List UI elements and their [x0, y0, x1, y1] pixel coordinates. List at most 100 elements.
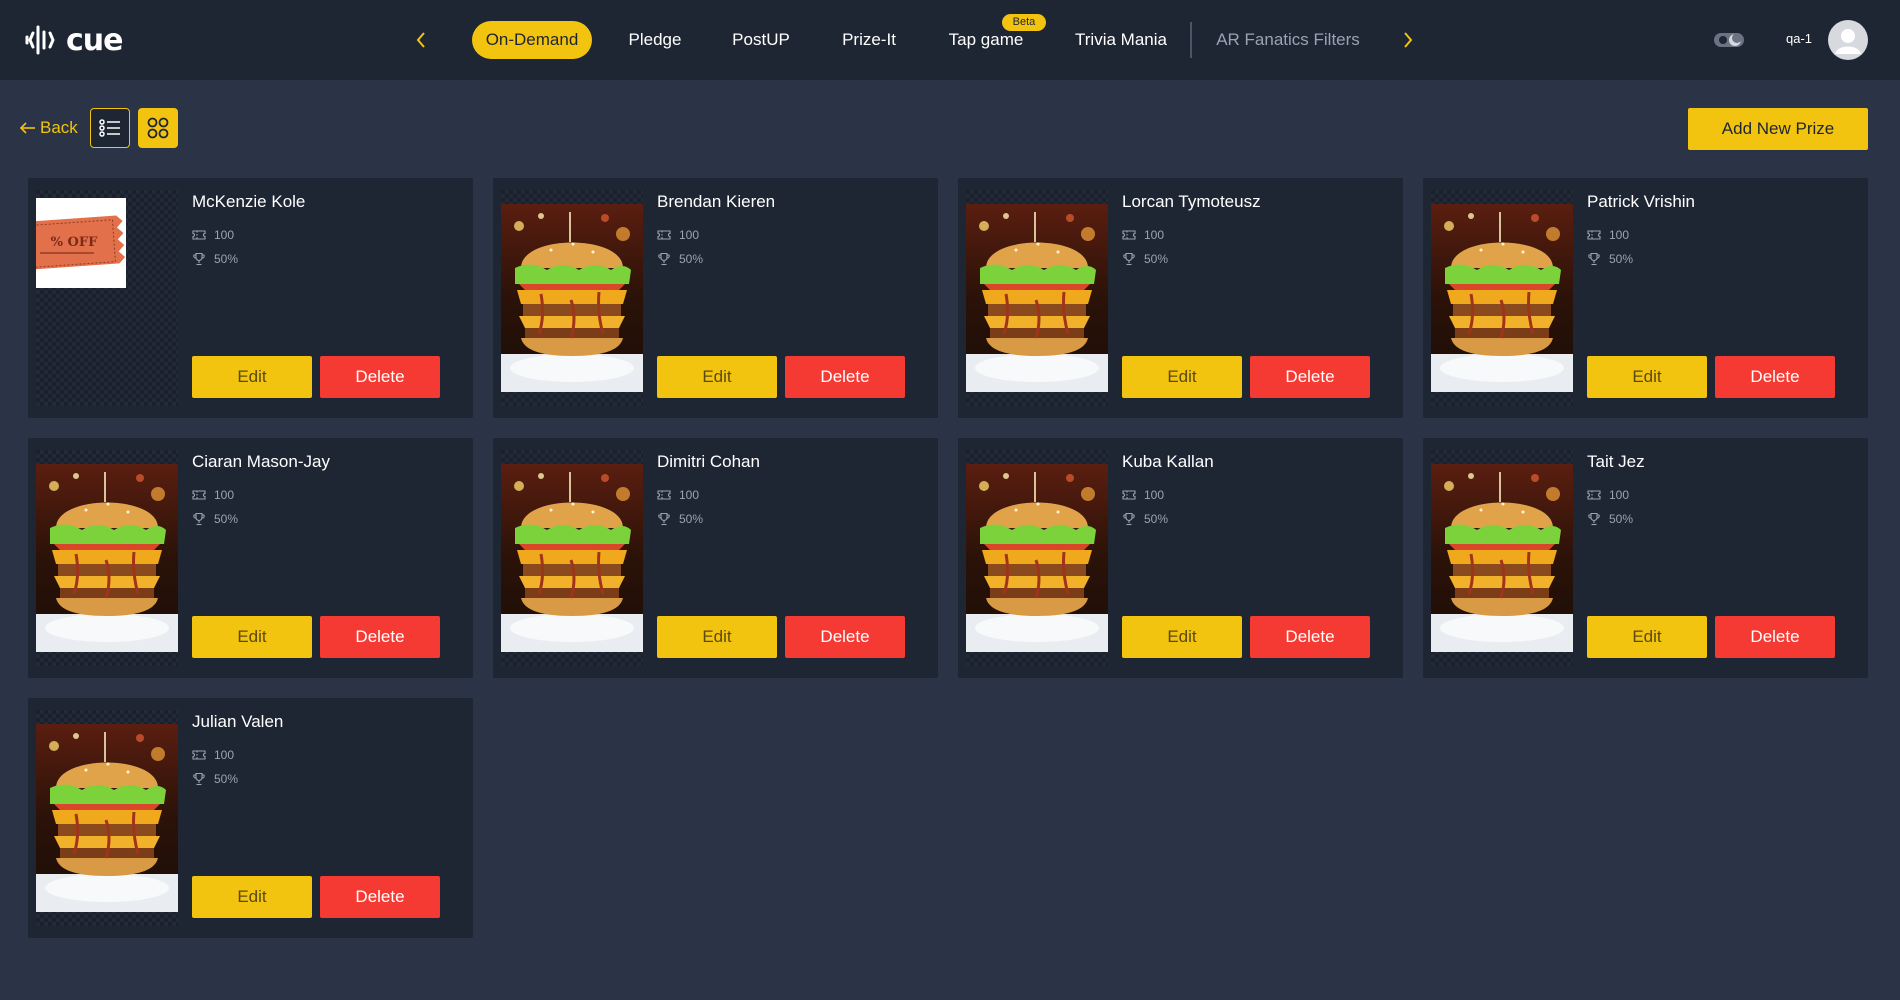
prize-card: Lorcan Tymoteusz 100 50% Edit Delete	[958, 178, 1403, 418]
prize-thumbnail	[501, 190, 643, 406]
burger-image	[1431, 464, 1573, 652]
edit-button[interactable]: Edit	[192, 356, 312, 398]
prize-points: 100	[192, 488, 234, 502]
prize-name: Brendan Kieren	[657, 192, 776, 211]
trophy-icon	[658, 252, 670, 266]
prize-points: 100	[1122, 488, 1164, 502]
prize-name: Kuba Kallan	[1122, 452, 1214, 471]
delete-button[interactable]: Delete	[320, 616, 440, 658]
prize-points: 100	[657, 228, 699, 242]
prize-percent: 50%	[192, 252, 238, 266]
list-icon	[99, 119, 120, 137]
delete-button[interactable]: Delete	[1250, 616, 1370, 658]
theme-toggle-icon[interactable]	[1713, 30, 1745, 50]
edit-button[interactable]: Edit	[1122, 356, 1242, 398]
edit-button[interactable]: Edit	[657, 616, 777, 658]
delete-button[interactable]: Delete	[785, 616, 905, 658]
prize-percent: 50%	[192, 772, 238, 786]
burger-image	[501, 464, 643, 652]
arrow-left-icon	[20, 122, 35, 134]
delete-button[interactable]: Delete	[320, 356, 440, 398]
ticket-icon	[192, 490, 206, 500]
ticket-icon	[657, 490, 671, 500]
trophy-icon	[193, 512, 205, 526]
prize-name: Julian Valen	[192, 712, 284, 731]
coupon-image: % OFF	[36, 198, 126, 288]
trophy-icon	[193, 772, 205, 786]
prize-thumbnail	[36, 450, 178, 666]
prize-card: % OFF McKenzie Kole 100 50% Edit Delete	[28, 178, 473, 418]
ticket-icon	[1587, 230, 1601, 240]
prize-points-value: 100	[679, 228, 700, 242]
prize-card: Tait Jez 100 50% Edit Delete	[1423, 438, 1868, 678]
prize-percent: 50%	[657, 252, 703, 266]
edit-button[interactable]: Edit	[192, 876, 312, 918]
delete-button[interactable]: Delete	[1715, 616, 1835, 658]
prize-card: Brendan Kieren 100 50% Edit Delete	[493, 178, 938, 418]
edit-button[interactable]: Edit	[657, 356, 777, 398]
delete-button[interactable]: Delete	[320, 876, 440, 918]
prize-percent: 50%	[1122, 252, 1168, 266]
prize-card: Patrick Vrishin 100 50% Edit Delete	[1423, 178, 1868, 418]
prize-name: Lorcan Tymoteusz	[1122, 192, 1261, 211]
trophy-icon	[1588, 252, 1600, 266]
burger-image	[966, 464, 1108, 652]
trophy-icon	[1588, 512, 1600, 526]
ticket-icon	[657, 230, 671, 240]
svg-text:% OFF: % OFF	[51, 235, 98, 250]
grid-view-button[interactable]	[138, 108, 178, 148]
trophy-icon	[658, 512, 670, 526]
tab-pledge[interactable]: Pledge	[620, 21, 690, 59]
prize-percent-value: 50%	[214, 772, 239, 786]
prize-percent-value: 50%	[1609, 512, 1634, 526]
delete-button[interactable]: Delete	[1250, 356, 1370, 398]
list-view-button[interactable]	[90, 108, 130, 148]
prize-points: 100	[1122, 228, 1164, 242]
burger-image	[966, 204, 1108, 392]
back-button[interactable]: Back	[20, 118, 78, 138]
prize-card: Dimitri Cohan 100 50% Edit Delete	[493, 438, 938, 678]
prize-thumbnail	[966, 190, 1108, 406]
avatar-icon[interactable]	[1828, 20, 1868, 60]
ticket-icon	[1587, 490, 1601, 500]
edit-button[interactable]: Edit	[1587, 356, 1707, 398]
trophy-icon	[1123, 252, 1135, 266]
user-name[interactable]: qa-1	[1786, 31, 1812, 46]
prize-name: Dimitri Cohan	[657, 452, 760, 471]
prize-percent-value: 50%	[679, 252, 704, 266]
tab-on-demand[interactable]: On-Demand	[472, 21, 592, 59]
edit-button[interactable]: Edit	[192, 616, 312, 658]
prize-points: 100	[657, 488, 699, 502]
prize-points-value: 100	[214, 488, 235, 502]
edit-button[interactable]: Edit	[1587, 616, 1707, 658]
tab-ar-fanatics-filters[interactable]: AR Fanatics Filters	[1208, 21, 1368, 59]
edit-button[interactable]: Edit	[1122, 616, 1242, 658]
prize-thumbnail	[1431, 190, 1573, 406]
prize-card: Kuba Kallan 100 50% Edit Delete	[958, 438, 1403, 678]
burger-image	[501, 204, 643, 392]
prize-percent-value: 50%	[1144, 512, 1169, 526]
tab-trivia-mania[interactable]: Trivia Mania	[1066, 21, 1176, 59]
prize-points-value: 100	[679, 488, 700, 502]
prize-percent: 50%	[1122, 512, 1168, 526]
nav-prev-arrow-icon[interactable]	[409, 28, 433, 52]
prize-thumbnail	[501, 450, 643, 666]
tab-prize-it[interactable]: Prize-It	[832, 21, 906, 59]
ticket-icon	[192, 750, 206, 760]
prize-percent: 50%	[1587, 512, 1633, 526]
prize-name: Patrick Vrishin	[1587, 192, 1696, 211]
prize-thumbnail	[36, 710, 178, 926]
nav-next-arrow-icon[interactable]	[1396, 28, 1420, 52]
delete-button[interactable]: Delete	[1715, 356, 1835, 398]
delete-button[interactable]: Delete	[785, 356, 905, 398]
tab-postup[interactable]: PostUP	[722, 21, 800, 59]
logo-text: cue	[66, 22, 123, 58]
ticket-icon	[1122, 230, 1136, 240]
grid-icon	[147, 117, 169, 139]
sound-wave-icon	[25, 25, 55, 55]
prize-name: Tait Jez	[1587, 452, 1645, 471]
prize-percent: 50%	[1587, 252, 1633, 266]
cue-logo[interactable]: cue	[24, 22, 123, 58]
add-new-prize-button[interactable]: Add New Prize	[1688, 108, 1868, 150]
prize-points: 100	[1587, 488, 1629, 502]
